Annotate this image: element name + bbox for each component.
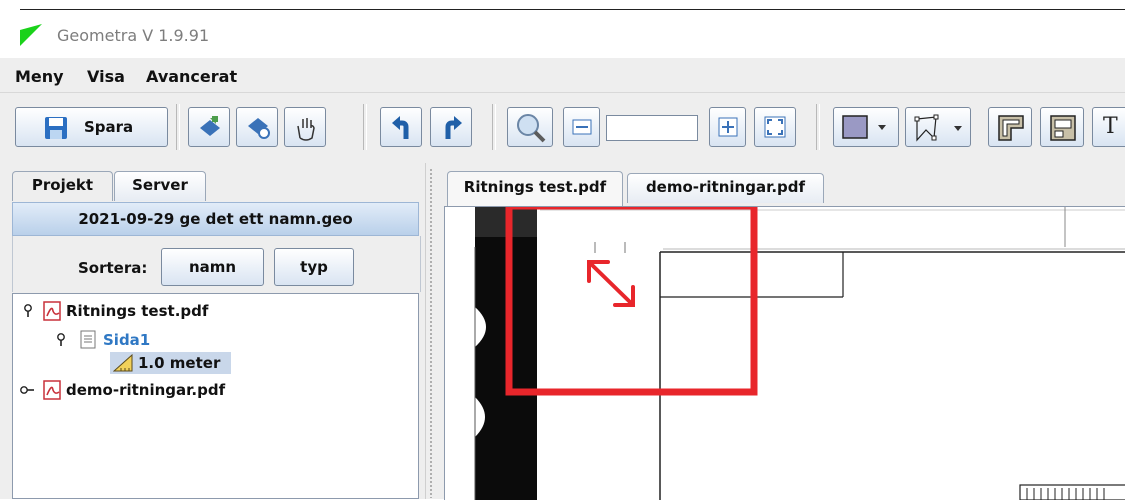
redo-button[interactable] bbox=[430, 107, 472, 147]
menu-meny[interactable]: Meny bbox=[15, 67, 64, 86]
save-icon bbox=[44, 116, 68, 140]
room-shape-icon bbox=[997, 114, 1025, 142]
tab-projekt[interactable]: Projekt bbox=[12, 171, 113, 201]
sort-label: Sortera: bbox=[78, 259, 148, 277]
undo-icon bbox=[390, 115, 414, 141]
redo-icon bbox=[440, 115, 464, 141]
export-icon bbox=[244, 114, 272, 142]
pan-button[interactable] bbox=[284, 107, 326, 147]
import-button[interactable] bbox=[188, 107, 230, 147]
minus-icon bbox=[572, 119, 592, 135]
window-title: Geometra V 1.9.91 bbox=[57, 26, 210, 45]
import-icon bbox=[196, 114, 224, 142]
menu-avancerat[interactable]: Avancerat bbox=[146, 67, 237, 86]
splitter-grip bbox=[429, 168, 433, 498]
text-tool-button[interactable]: T bbox=[1092, 107, 1125, 147]
zoom-search-button[interactable] bbox=[507, 107, 553, 147]
drawing-canvas[interactable] bbox=[444, 206, 1125, 500]
sort-by-name-button[interactable]: namn bbox=[161, 248, 264, 286]
pdf-file-icon bbox=[43, 380, 63, 400]
project-file-header[interactable]: 2021-09-29 ge det ett namn.geo bbox=[12, 202, 419, 236]
polygon-tool-button[interactable] bbox=[905, 107, 971, 147]
save-button[interactable]: Spara bbox=[15, 107, 168, 147]
expanded-node-icon[interactable] bbox=[22, 304, 34, 318]
expanded-node-icon[interactable] bbox=[55, 333, 67, 347]
polygon-icon bbox=[914, 114, 966, 142]
pdf-file-icon bbox=[43, 301, 63, 321]
zoom-level-input[interactable] bbox=[606, 115, 698, 141]
pdf-drawing bbox=[474, 207, 1125, 500]
zoom-in-button[interactable] bbox=[709, 107, 746, 147]
menu-visa[interactable]: Visa bbox=[87, 67, 125, 86]
fullscreen-icon bbox=[764, 116, 786, 138]
page-icon bbox=[80, 330, 96, 349]
text-icon: T bbox=[1103, 114, 1118, 139]
plus-icon bbox=[718, 117, 738, 137]
ruler-icon bbox=[113, 354, 133, 372]
app-logo-icon bbox=[20, 24, 42, 46]
zoom-out-button[interactable] bbox=[563, 107, 600, 147]
doc-tab-ritnings-test[interactable]: Ritnings test.pdf bbox=[447, 171, 623, 207]
sort-by-type-button[interactable]: typ bbox=[274, 248, 354, 286]
rectangle-icon bbox=[842, 115, 890, 139]
tree-item-ritnings-test[interactable]: Ritnings test.pdf bbox=[66, 302, 208, 320]
export-button[interactable] bbox=[236, 107, 278, 147]
tree-item-demo-ritningar[interactable]: demo-ritningar.pdf bbox=[66, 381, 225, 399]
area-tool-button[interactable] bbox=[833, 107, 899, 147]
undo-button[interactable] bbox=[380, 107, 422, 147]
doc-tab-demo-ritningar[interactable]: demo-ritningar.pdf bbox=[627, 173, 824, 203]
hand-icon bbox=[294, 114, 318, 142]
room-tool-button[interactable] bbox=[1040, 107, 1084, 147]
save-label: Spara bbox=[84, 118, 134, 136]
window-edge bbox=[20, 9, 1125, 10]
tab-server[interactable]: Server bbox=[114, 171, 206, 201]
fit-to-window-button[interactable] bbox=[754, 107, 796, 147]
floorplan-icon bbox=[1049, 114, 1077, 142]
magnifier-icon bbox=[515, 113, 547, 143]
tree-item-scale[interactable]: 1.0 meter bbox=[138, 354, 220, 372]
tree-item-sida1[interactable]: Sida1 bbox=[103, 331, 150, 349]
wall-tool-button[interactable] bbox=[988, 107, 1032, 147]
collapsed-node-icon[interactable] bbox=[20, 384, 36, 396]
